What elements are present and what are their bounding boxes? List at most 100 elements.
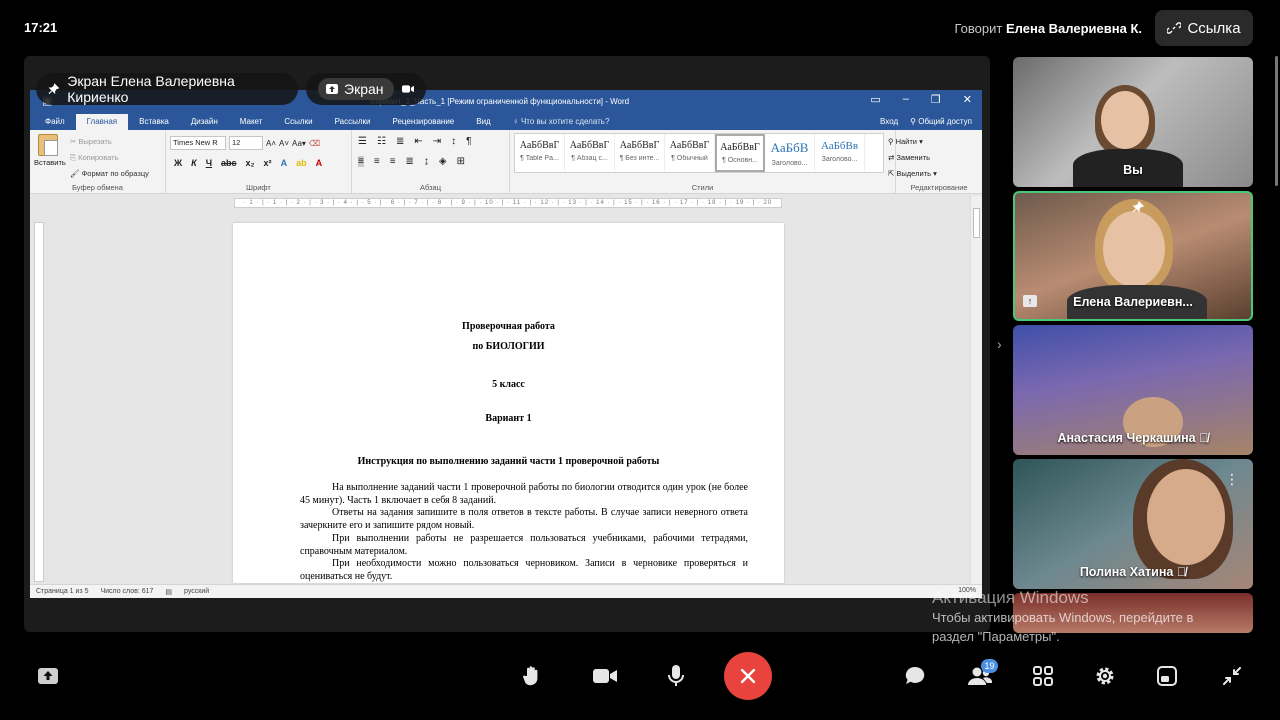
show-marks-icon[interactable]: ¶: [466, 136, 471, 147]
microphone-button[interactable]: [660, 660, 692, 692]
replace-button[interactable]: ⇄ Заменить: [888, 150, 937, 166]
maximize-icon[interactable]: ❐: [931, 93, 941, 106]
share-screen-button[interactable]: [32, 660, 64, 692]
text-effects-icon[interactable]: A: [281, 158, 288, 168]
tab-home[interactable]: Главная: [75, 114, 129, 130]
camera-small-icon: [401, 85, 414, 93]
screen-chip[interactable]: Экран: [306, 73, 426, 105]
watermark-title: Активация Windows: [932, 588, 1089, 607]
language[interactable]: русский: [184, 588, 209, 595]
participant-tile[interactable]: ⋮ Полина Хатина 🎙̸: [1013, 459, 1253, 589]
tab-references[interactable]: Ссылки: [273, 114, 323, 130]
layout-button[interactable]: [1151, 660, 1183, 692]
font-group-label: Шрифт: [246, 183, 271, 192]
tab-design[interactable]: Дизайн: [180, 114, 229, 130]
end-call-button[interactable]: [724, 652, 772, 700]
borders-icon[interactable]: ⊞: [457, 156, 465, 167]
style-sample: АаБбВвГ: [669, 140, 710, 151]
style-item[interactable]: АаБбВвГ ¶ Обычный: [665, 134, 715, 172]
grow-font-icon[interactable]: A˄: [266, 139, 276, 148]
grid-view-icon: [1033, 666, 1053, 686]
clear-format-icon[interactable]: ⌫: [309, 139, 320, 148]
numbering-icon[interactable]: ☷: [377, 136, 386, 147]
tab-layout[interactable]: Макет: [229, 114, 274, 130]
subscript-icon[interactable]: x₂: [246, 158, 255, 168]
style-sample: АаБбВвГ: [569, 140, 610, 151]
increase-indent-icon[interactable]: ⇥: [433, 136, 441, 147]
align-right-icon[interactable]: ≡: [390, 156, 396, 167]
font-name-select[interactable]: Times New R: [170, 136, 226, 150]
raise-hand-button[interactable]: [516, 660, 548, 692]
justify-icon[interactable]: ≣: [406, 156, 414, 167]
more-options-icon[interactable]: ⋮: [1225, 471, 1239, 488]
decrease-indent-icon[interactable]: ⇤: [414, 136, 422, 147]
highlight-icon[interactable]: ab: [296, 158, 307, 168]
tiles-scrollbar[interactable]: [1275, 56, 1278, 186]
tab-insert[interactable]: Вставка: [128, 114, 180, 130]
underline-icon[interactable]: Ч: [206, 158, 212, 168]
change-case-icon[interactable]: Аа▾: [292, 139, 306, 148]
line-spacing-icon[interactable]: ↨: [424, 156, 429, 167]
editing-actions: ⚲ Найти ▾ ⇄ Заменить ⇱ Выделить ▾: [888, 134, 937, 182]
font-color-icon[interactable]: A: [316, 158, 323, 168]
copy-link-button[interactable]: Ссылка: [1155, 10, 1253, 46]
doc-title-line-1: Проверочная работа: [462, 321, 555, 332]
participant-face: [1101, 91, 1149, 149]
participant-tile[interactable]: Анастасия Черкашина 🎙̸: [1013, 325, 1253, 455]
grid-view-button[interactable]: [1027, 660, 1059, 692]
proofing-icon[interactable]: ▤: [165, 588, 172, 596]
document-page[interactable]: Проверочная работа по БИОЛОГИИ 5 класс В…: [233, 223, 784, 583]
paste-button[interactable]: Вставить: [34, 134, 66, 167]
select-button[interactable]: ⇱ Выделить ▾: [888, 166, 937, 182]
settings-button[interactable]: [1089, 660, 1121, 692]
style-item-selected[interactable]: АаБбВвГ ¶ Основн...: [715, 134, 765, 172]
strikethrough-icon[interactable]: abc: [221, 158, 237, 168]
chat-button[interactable]: [899, 660, 931, 692]
style-item[interactable]: АаБбВвГ ¶ Без инте...: [615, 134, 665, 172]
document-scrollbar[interactable]: [970, 196, 982, 584]
copy-button[interactable]: ⎘ Копировать: [70, 150, 149, 166]
page-count[interactable]: Страница 1 из 5: [36, 588, 88, 595]
scrollbar-thumb[interactable]: [973, 208, 980, 238]
style-item[interactable]: АаБбВв Заголово...: [815, 134, 865, 172]
share-link[interactable]: ⚲ Общий доступ: [910, 117, 972, 126]
find-button[interactable]: ⚲ Найти ▾: [888, 134, 937, 150]
presenter-chip[interactable]: Экран Елена Валериевна Кириенко: [36, 73, 298, 105]
close-icon[interactable]: ✕: [963, 93, 972, 106]
word-count[interactable]: Число слов: 617: [100, 588, 153, 595]
pin-icon[interactable]: [1132, 201, 1144, 213]
format-painter-button[interactable]: 🖌 Формат по образцу: [70, 166, 149, 182]
style-item[interactable]: АаБбВ Заголово...: [765, 134, 815, 172]
font-size-select[interactable]: 12: [229, 136, 263, 150]
tab-mailings[interactable]: Рассылки: [324, 114, 382, 130]
participant-name-row: Анастасия Черкашина 🎙̸: [1013, 431, 1253, 445]
participant-tile-self[interactable]: Вы: [1013, 57, 1253, 187]
camera-button[interactable]: [589, 660, 621, 692]
shading-icon[interactable]: ◈: [439, 156, 447, 167]
bold-icon[interactable]: Ж: [174, 158, 182, 168]
minimize-icon[interactable]: –: [903, 93, 909, 106]
italic-icon[interactable]: К: [191, 158, 197, 168]
superscript-icon[interactable]: x²: [264, 158, 272, 168]
tab-review[interactable]: Рецензирование: [381, 114, 465, 130]
ribbon-options-icon[interactable]: ▭: [870, 93, 880, 106]
sort-icon[interactable]: ↕: [451, 136, 456, 147]
multilevel-list-icon[interactable]: ≣: [396, 136, 404, 147]
bullets-icon[interactable]: ☰: [358, 136, 367, 147]
tab-file[interactable]: Файл: [34, 114, 76, 130]
shrink-font-icon[interactable]: A˅: [279, 139, 289, 148]
chevron-right-icon[interactable]: ›: [997, 336, 1002, 352]
tell-me-box[interactable]: ♀ Что вы хотите сделать?: [502, 114, 621, 130]
signin-link[interactable]: Вход: [880, 117, 898, 126]
align-left-icon[interactable]: ≡: [358, 156, 364, 167]
participant-tile-active[interactable]: ↑ Елена Валериевн...: [1013, 191, 1253, 321]
style-name: ¶ Без инте...: [619, 155, 660, 162]
fullscreen-exit-button[interactable]: [1216, 660, 1248, 692]
style-item[interactable]: АаБбВвГ ¶ Table Pa...: [515, 134, 565, 172]
ribbon: Вставить ✂ Вырезать ⎘ Копировать 🖌 Форма…: [30, 130, 982, 194]
cut-button[interactable]: ✂ Вырезать: [70, 134, 149, 150]
vertical-ruler: [34, 222, 44, 582]
align-center-icon[interactable]: ≡: [374, 156, 380, 167]
tab-view[interactable]: Вид: [465, 114, 501, 130]
style-item[interactable]: АаБбВвГ ¶ Абзац с...: [565, 134, 615, 172]
